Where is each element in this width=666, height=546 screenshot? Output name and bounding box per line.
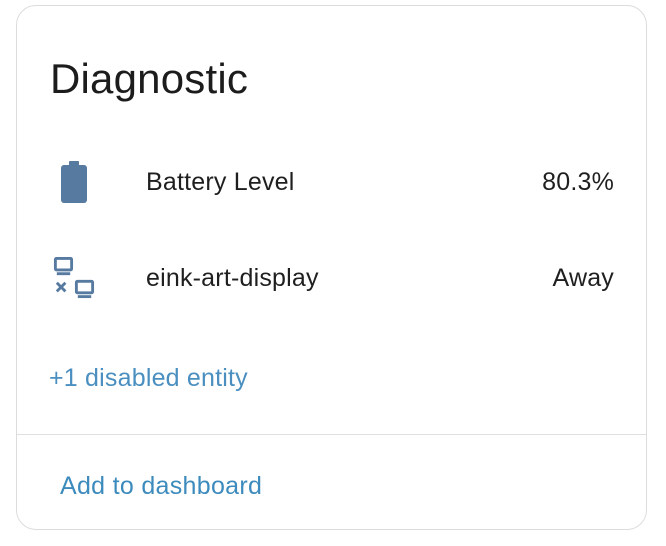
battery-icon [53,159,95,205]
lan-disconnect-icon [53,255,95,301]
entity-value: 80.3% [542,167,614,196]
entity-label: Battery Level [146,167,295,196]
diagnostic-card: Diagnostic Battery Level 80.3% eink-art-… [16,5,647,530]
entity-row-battery-level[interactable]: Battery Level 80.3% [17,152,646,212]
card-actions-divider [17,434,646,435]
entity-label: eink-art-display [146,263,319,292]
disabled-entities-link[interactable]: +1 disabled entity [49,364,248,393]
add-to-dashboard-button[interactable]: Add to dashboard [50,462,272,510]
entity-row-eink-art-display[interactable]: eink-art-display Away [17,248,646,308]
entity-value: Away [552,263,614,292]
card-title: Diagnostic [50,55,249,102]
